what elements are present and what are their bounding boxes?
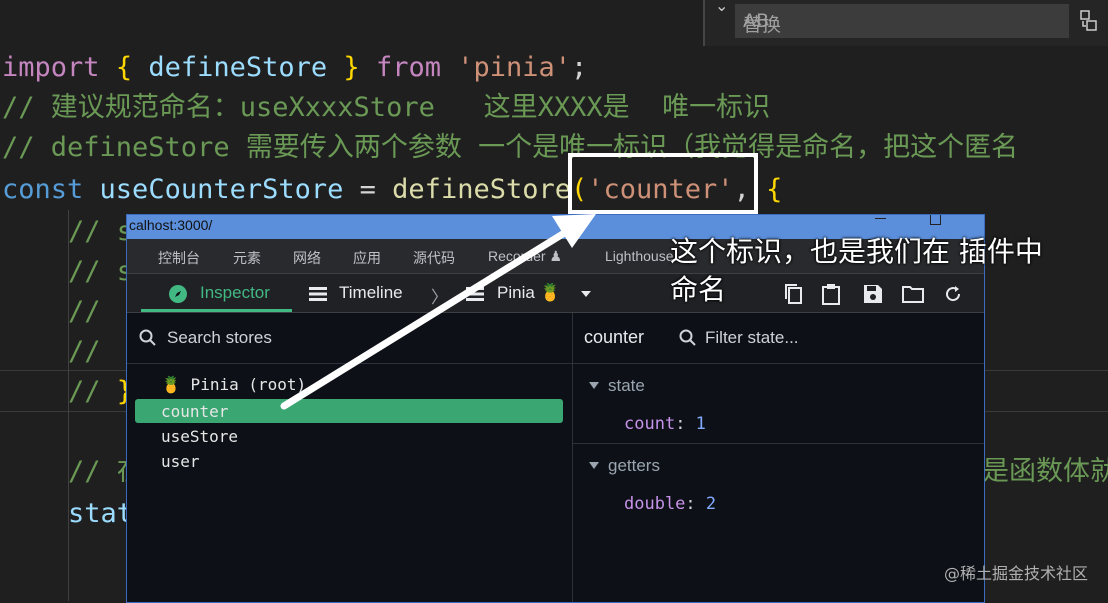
watermark: @稀土掘金技术社区 [943, 564, 1088, 583]
annotation-line-2: 命名 [670, 273, 727, 306]
annotation-line-1: 这个标识，也是我们在 插件中 [670, 235, 1043, 268]
annotation-text: 这个标识，也是我们在 插件中 命名 [670, 233, 1090, 309]
